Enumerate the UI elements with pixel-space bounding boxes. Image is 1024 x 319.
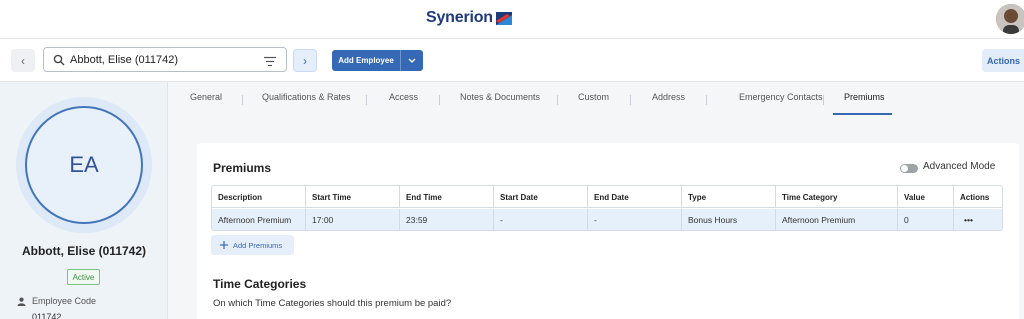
column-header[interactable]: Start Date xyxy=(494,186,588,208)
brand-name: Synerion xyxy=(426,9,493,26)
tab-divider xyxy=(242,95,243,105)
table-cell: 17:00 xyxy=(306,209,400,230)
employee-initials-avatar: EA xyxy=(25,106,143,224)
active-tab-indicator xyxy=(833,113,892,115)
premiums-card: Premiums Advanced Mode Description Start… xyxy=(197,143,1019,319)
employee-profile-panel: EA Abbott, Elise (011742) Active Employe… xyxy=(0,82,168,319)
advanced-mode-toggle[interactable] xyxy=(900,164,918,173)
table-cell: Afternoon Premium xyxy=(212,209,306,230)
advanced-mode-label: Advanced Mode xyxy=(923,161,996,172)
row-actions-menu-icon[interactable]: ••• xyxy=(954,209,1002,230)
tab-qualifications-rates[interactable]: Qualifications & Rates xyxy=(262,92,351,102)
tab-divider xyxy=(823,95,824,105)
user-avatar-icon xyxy=(996,4,1024,34)
table-cell: - xyxy=(588,209,682,230)
tab-general[interactable]: General xyxy=(190,92,222,102)
person-icon xyxy=(17,297,26,306)
brand-logo-mark-icon xyxy=(495,11,512,25)
column-header[interactable]: Time Category xyxy=(776,186,898,208)
employee-code-label: Employee Code xyxy=(32,296,97,306)
table-cell: 23:59 xyxy=(400,209,494,230)
actions-label: Actions xyxy=(987,55,1021,66)
brand-logo[interactable]: Synerion xyxy=(426,9,512,27)
tab-premiums[interactable]: Premiums xyxy=(844,92,885,102)
status-badge: Active xyxy=(67,269,100,285)
column-header[interactable]: Description xyxy=(212,186,306,208)
tab-divider xyxy=(439,95,440,105)
time-categories-description: On which Time Categories should this pre… xyxy=(213,298,452,309)
table-row[interactable]: Afternoon Premium 17:00 23:59 - - Bonus … xyxy=(212,209,1002,230)
employee-search-box[interactable] xyxy=(43,47,287,72)
add-premiums-button[interactable]: Add Premiums xyxy=(211,235,294,255)
chevron-right-icon: › xyxy=(303,53,307,68)
column-header[interactable]: End Time xyxy=(400,186,494,208)
tab-emergency-contacts[interactable]: Emergency Contacts xyxy=(739,92,823,102)
employee-code-value: 011742 xyxy=(32,312,62,319)
tab-access[interactable]: Access xyxy=(389,92,418,102)
table-cell: 0 xyxy=(898,209,954,230)
tab-address[interactable]: Address xyxy=(652,92,685,102)
employee-tabs: General Qualifications & Rates Access No… xyxy=(168,82,1024,118)
premiums-table: Description Start Time End Time Start Da… xyxy=(211,185,1003,231)
column-header[interactable]: Start Time xyxy=(306,186,400,208)
plus-icon xyxy=(220,241,228,249)
filter-icon[interactable] xyxy=(264,54,276,72)
chevron-left-icon: ‹ xyxy=(21,53,25,68)
tab-notes-documents[interactable]: Notes & Documents xyxy=(460,92,540,102)
column-header[interactable]: End Date xyxy=(588,186,682,208)
column-header: Actions xyxy=(960,192,990,202)
employee-search-input[interactable] xyxy=(70,53,260,66)
tab-divider xyxy=(366,95,367,105)
user-avatar[interactable] xyxy=(996,4,1024,34)
employee-name: Abbott, Elise (011742) xyxy=(21,244,147,258)
premiums-title: Premiums xyxy=(213,161,272,175)
next-employee-button[interactable]: › xyxy=(293,49,317,72)
add-employee-button[interactable]: Add Employee xyxy=(332,50,423,71)
tab-custom[interactable]: Custom xyxy=(578,92,609,102)
table-cell: - xyxy=(494,209,588,230)
table-header-row: Description Start Time End Time Start Da… xyxy=(212,186,1002,208)
add-premiums-label: Add Premiums xyxy=(233,240,283,250)
chevron-down-icon[interactable] xyxy=(401,50,423,71)
search-icon xyxy=(48,54,70,66)
add-employee-label: Add Employee xyxy=(332,50,401,71)
top-bar: Synerion xyxy=(0,0,1024,39)
previous-employee-button[interactable]: ‹ xyxy=(11,49,35,72)
tab-divider xyxy=(630,95,631,105)
tab-divider xyxy=(706,95,707,105)
actions-button[interactable]: Actions xyxy=(982,49,1024,72)
tab-divider xyxy=(557,95,558,105)
table-cell: Afternoon Premium xyxy=(776,209,898,230)
employee-code-row: Employee Code xyxy=(17,296,96,306)
table-cell: Bonus Hours xyxy=(682,209,776,230)
column-header[interactable]: Value xyxy=(898,186,954,208)
column-header[interactable]: Type xyxy=(682,186,776,208)
employee-search-bar: ‹ › Add Employee Actions xyxy=(0,39,1024,82)
time-categories-title: Time Categories xyxy=(213,277,307,291)
